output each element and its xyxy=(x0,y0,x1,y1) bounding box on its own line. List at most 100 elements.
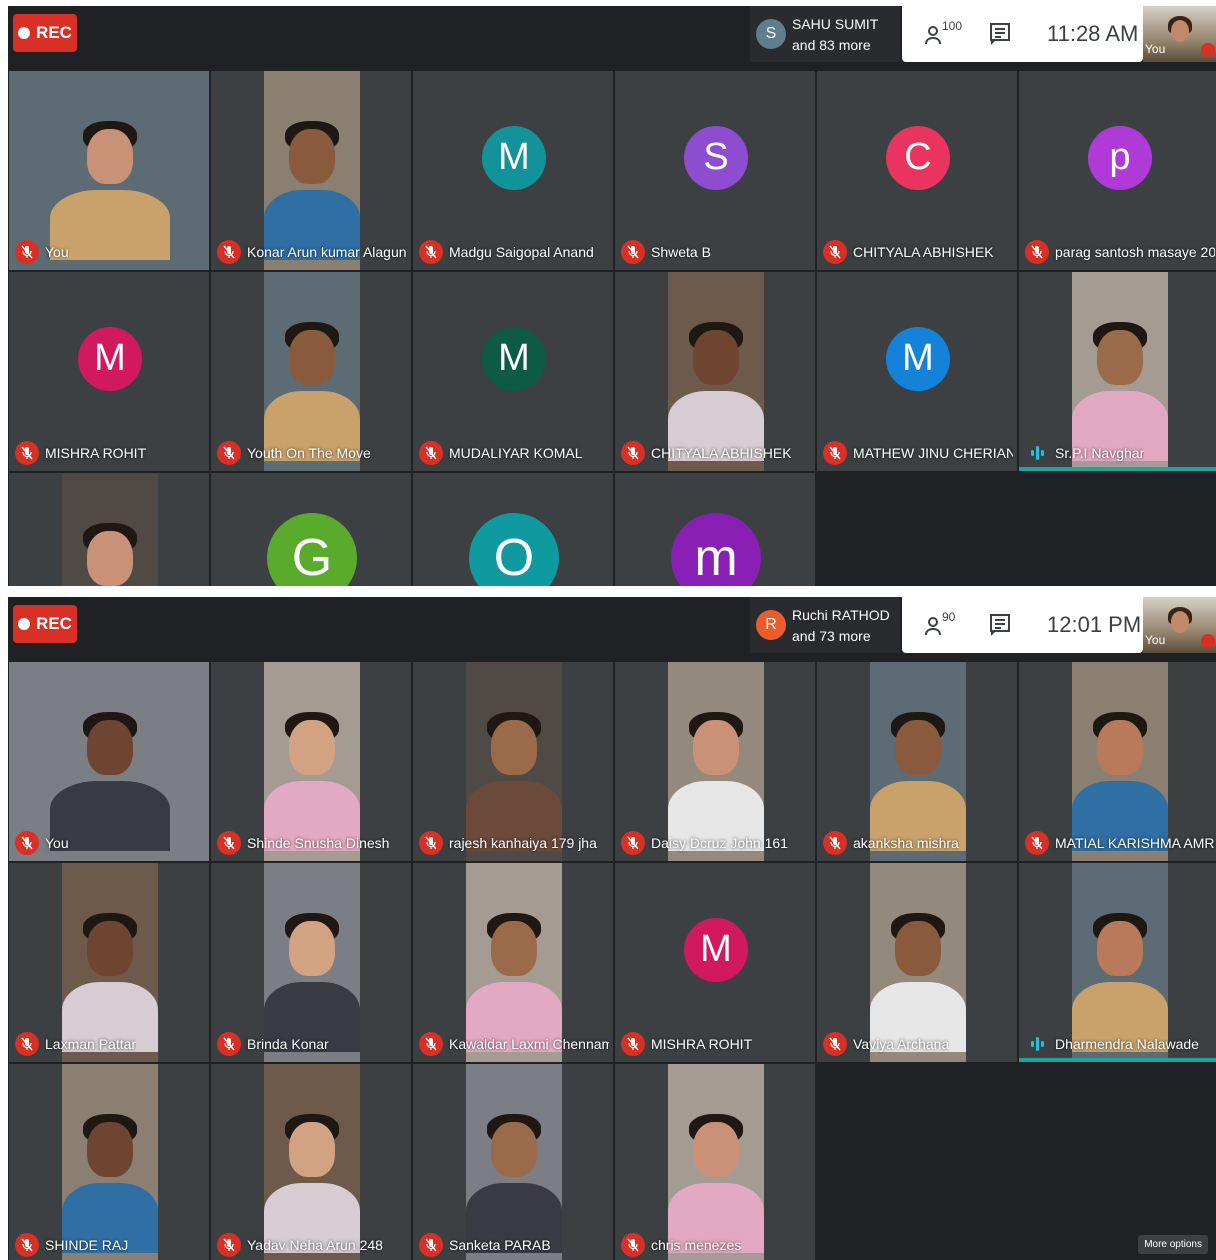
mic-off-icon xyxy=(217,1032,241,1056)
participant-tile[interactable]: Sr.P.I Navghar xyxy=(1018,271,1216,472)
mic-off-icon xyxy=(15,1233,39,1257)
chat-icon[interactable] xyxy=(989,22,1011,46)
participant-tile[interactable]: M MISHRA ROHIT xyxy=(8,271,210,472)
participant-tile[interactable]: G xyxy=(210,472,412,586)
participant-name: chris menezes xyxy=(651,1237,742,1253)
participant-tile[interactable]: C CHITYALA ABHISHEK xyxy=(816,70,1018,271)
participant-tile[interactable]: Vaviya Archana xyxy=(816,862,1018,1063)
person-head xyxy=(693,1122,739,1178)
participant-tile[interactable]: akanksha mishra xyxy=(816,661,1018,862)
participant-tile[interactable]: S Shweta B xyxy=(614,70,816,271)
participant-label: CHITYALA ABHISHEK xyxy=(823,240,994,264)
participant-avatar: C xyxy=(886,125,950,190)
participant-name: SHINDE RAJ xyxy=(45,1237,129,1253)
participant-tile[interactable]: MATIAL KARISHMA AMRI... xyxy=(1018,661,1216,862)
participant-tile[interactable]: Laxman Pattar xyxy=(8,862,210,1063)
participant-tile[interactable]: Shinde Snusha Dinesh xyxy=(210,661,412,862)
participant-tile[interactable]: You xyxy=(8,70,210,271)
participant-tile[interactable]: Konar Arun kumar Alaguna... xyxy=(210,70,412,271)
participant-name: Sr.P.I Navghar xyxy=(1055,445,1145,461)
participant-tile[interactable]: M Madgu Saigopal Anand xyxy=(412,70,614,271)
mic-off-icon xyxy=(419,441,443,465)
participant-tile[interactable]: O xyxy=(412,472,614,586)
mic-off-icon xyxy=(621,240,645,264)
participant-name: Yadav Neha Arun 248 xyxy=(247,1237,383,1253)
speaking-indicator-icon xyxy=(1025,1032,1049,1056)
participant-tile[interactable]: Dharmendra Nalawade xyxy=(1018,862,1216,1063)
participant-name: Shinde Snusha Dinesh xyxy=(247,835,390,851)
mic-off-icon xyxy=(621,1032,645,1056)
participant-avatar: M xyxy=(78,326,142,391)
participant-tile[interactable]: CHITYALA ABHISHEK xyxy=(614,271,816,472)
clock: 12:01 PM xyxy=(1047,612,1142,637)
presenter-name: Ruchi RATHOD and 73 more xyxy=(792,605,890,647)
participant-name: MISHRA ROHIT xyxy=(45,445,147,461)
participant-tile[interactable]: chris menezes xyxy=(614,1063,816,1260)
participant-avatar: M xyxy=(482,125,546,190)
participant-tile[interactable]: SHINDE RAJ xyxy=(8,1063,210,1260)
participant-label: MATHEW JINU CHERIAN 2... xyxy=(823,441,1013,465)
rec-badge: REC xyxy=(13,14,77,52)
presenter-avatar: R xyxy=(756,610,786,640)
participant-label: Madgu Saigopal Anand xyxy=(419,240,594,264)
active-speaker-bar xyxy=(1019,467,1216,471)
chat-icon[interactable] xyxy=(989,613,1011,637)
participant-tile[interactable]: Sanketa PARAB xyxy=(412,1063,614,1260)
participant-tile[interactable]: m xyxy=(614,472,816,586)
participant-label: Sanketa PARAB xyxy=(419,1233,551,1257)
participant-tile[interactable]: M MISHRA ROHIT xyxy=(614,862,816,1063)
participant-label: You xyxy=(15,831,69,855)
more-options-button[interactable]: More options xyxy=(1138,1235,1208,1254)
presenter-card[interactable]: S SAHU SUMIT and 83 more xyxy=(750,6,900,62)
person-head xyxy=(895,720,941,776)
participant-name: Konar Arun kumar Alaguna... xyxy=(247,244,407,260)
participant-label: Youth On The Move xyxy=(217,441,371,465)
participant-tile[interactable]: rajesh kanhaiya 179 jha xyxy=(412,661,614,862)
participant-avatar: p xyxy=(1088,125,1152,190)
active-speaker-bar xyxy=(1019,1058,1216,1062)
participant-name: You xyxy=(45,835,69,851)
participant-name: CHITYALA ABHISHEK xyxy=(853,244,994,260)
participant-name: Sanketa PARAB xyxy=(449,1237,551,1253)
participant-label: Vaviya Archana xyxy=(823,1032,949,1056)
participant-tile[interactable]: Brinda Konar xyxy=(210,862,412,1063)
video-feed xyxy=(466,1064,562,1260)
self-label: You xyxy=(1145,633,1166,647)
mic-off-icon xyxy=(15,831,39,855)
presenter-name-text: Ruchi RATHOD xyxy=(792,607,890,623)
controls-pill: 100 11:28 AM xyxy=(902,6,1143,62)
participant-tile[interactable] xyxy=(8,472,210,586)
mic-off-icon xyxy=(419,1233,443,1257)
participant-tile[interactable]: M MATHEW JINU CHERIAN 2... xyxy=(816,271,1018,472)
self-thumbnail[interactable]: You xyxy=(1143,6,1216,62)
participant-tile[interactable]: Yadav Neha Arun 248 xyxy=(210,1063,412,1260)
head xyxy=(1171,611,1189,633)
participant-tile[interactable]: Kawaldar Laxmi Chennam... xyxy=(412,862,614,1063)
person-head xyxy=(491,921,537,977)
participant-label: chris menezes xyxy=(621,1233,741,1257)
mic-off-icon xyxy=(1025,240,1049,264)
participant-label: Yadav Neha Arun 248 xyxy=(217,1233,383,1257)
participant-tile[interactable]: M MUDALIYAR KOMAL xyxy=(412,271,614,472)
participant-name: MUDALIYAR KOMAL xyxy=(449,445,583,461)
speaking-indicator-icon xyxy=(1025,441,1049,465)
presenter-more-text: and 83 more xyxy=(792,37,871,53)
participant-tile[interactable]: Daisy Dcruz John 161 xyxy=(614,661,816,862)
mic-off-icon xyxy=(217,240,241,264)
participant-tile[interactable]: Youth On The Move xyxy=(210,271,412,472)
mic-off-icon xyxy=(823,831,847,855)
participant-tile[interactable]: You xyxy=(8,661,210,862)
person-head xyxy=(87,129,133,185)
participant-label: CHITYALA ABHISHEK xyxy=(621,441,792,465)
controls-pill: 90 12:01 PM xyxy=(902,597,1143,653)
participant-name: parag santosh masaye 201 xyxy=(1055,244,1215,260)
presenter-card[interactable]: R Ruchi RATHOD and 73 more xyxy=(750,597,900,653)
self-thumbnail[interactable]: You xyxy=(1143,597,1216,653)
participant-tile[interactable]: p parag santosh masaye 201 xyxy=(1018,70,1216,271)
participant-label: Daisy Dcruz John 161 xyxy=(621,831,788,855)
participant-label: Sr.P.I Navghar xyxy=(1025,441,1144,465)
participant-label: Brinda Konar xyxy=(217,1032,329,1056)
mic-off-icon xyxy=(621,441,645,465)
person-head xyxy=(895,921,941,977)
person-head xyxy=(87,921,133,977)
